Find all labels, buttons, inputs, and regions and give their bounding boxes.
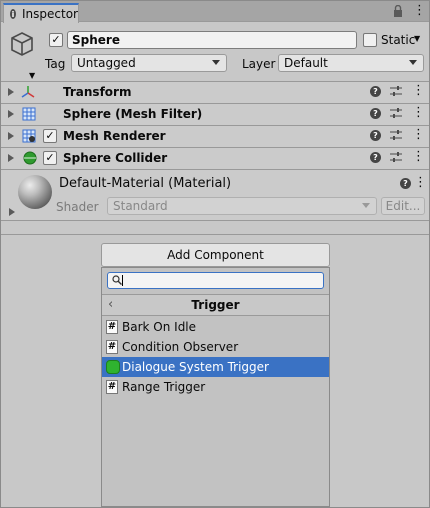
component-mesh-renderer[interactable]: ✓ Mesh Renderer ? ⋮ <box>1 125 429 147</box>
divider <box>1 234 429 235</box>
help-icon[interactable]: ? <box>370 152 381 163</box>
shader-label: Shader <box>56 200 99 214</box>
kebab-menu-icon[interactable]: ⋮ <box>412 84 425 98</box>
add-component-button[interactable]: Add Component <box>101 243 330 267</box>
shader-dropdown[interactable]: Standard <box>107 197 377 215</box>
foldout-arrow-icon[interactable] <box>8 154 14 162</box>
help-icon[interactable]: ? <box>370 108 381 119</box>
help-icon[interactable]: ? <box>370 130 381 141</box>
kebab-menu-icon[interactable]: ⋮ <box>413 4 426 18</box>
list-item[interactable]: # Condition Observer <box>102 337 329 357</box>
category-title: Trigger <box>191 298 240 312</box>
kebab-menu-icon[interactable]: ⋮ <box>412 128 425 142</box>
kebab-menu-icon[interactable]: ⋮ <box>414 176 427 190</box>
kebab-menu-icon[interactable]: ⋮ <box>412 106 425 120</box>
material-section: Default-Material (Material) ? ⋮ Shader S… <box>1 169 429 221</box>
preset-icon[interactable] <box>390 151 402 164</box>
tab-label: Inspector <box>22 7 78 21</box>
dropdown-arrow-icon <box>212 60 220 65</box>
kebab-menu-icon[interactable]: ⋮ <box>412 150 425 164</box>
script-icon: # <box>106 340 118 354</box>
tab-inspector[interactable]: i Inspector <box>3 3 79 23</box>
info-icon: i <box>10 9 17 19</box>
script-icon: # <box>106 380 118 394</box>
preset-icon[interactable] <box>390 85 402 98</box>
dropdown-arrow-icon <box>362 203 370 208</box>
static-dropdown-icon[interactable]: ▼ <box>414 34 420 43</box>
lock-icon[interactable] <box>393 5 403 17</box>
script-icon: # <box>106 320 118 334</box>
help-icon[interactable]: ? <box>400 178 411 189</box>
mesh-filter-icon <box>22 107 36 121</box>
foldout-arrow-icon[interactable] <box>8 110 14 118</box>
tab-bar: i Inspector ⋮ <box>1 1 429 23</box>
item-label: Dialogue System Trigger <box>122 360 269 374</box>
list-item[interactable]: # Range Trigger <box>102 377 329 397</box>
layer-dropdown[interactable]: Default <box>278 54 424 72</box>
tag-dropdown[interactable]: Untagged <box>71 54 227 72</box>
component-sphere-collider[interactable]: ✓ Sphere Collider ? ⋮ <box>1 147 429 169</box>
item-label: Range Trigger <box>122 380 206 394</box>
dropdown-arrow-icon <box>409 60 417 65</box>
search-input[interactable] <box>107 272 324 289</box>
edit-shader-button[interactable]: Edit... <box>381 197 425 215</box>
active-checkbox[interactable]: ✓ <box>49 33 63 47</box>
gameobject-header: ▼ ✓ Sphere Static ▼ Tag Untagged Layer D… <box>1 23 429 81</box>
tag-value: Untagged <box>77 56 136 70</box>
list-item-selected[interactable]: Dialogue System Trigger <box>102 357 329 377</box>
preset-icon[interactable] <box>390 107 402 120</box>
add-component-popup: ‹ Trigger # Bark On Idle # Condition Obs… <box>101 267 330 507</box>
layer-value: Default <box>284 56 328 70</box>
cube-icon[interactable] <box>9 31 35 57</box>
foldout-arrow-icon[interactable] <box>8 132 14 140</box>
enable-checkbox[interactable]: ✓ <box>43 129 57 143</box>
foldout-arrow-icon[interactable] <box>8 88 14 96</box>
preset-icon[interactable] <box>390 129 402 142</box>
shader-value: Standard <box>113 199 168 213</box>
material-preview-icon <box>18 175 52 209</box>
name-field[interactable]: Sphere <box>67 31 357 49</box>
static-label: Static <box>381 33 416 47</box>
inspector-window: i Inspector ⋮ ▼ ✓ Sphere Static ▼ Tag Un… <box>0 0 430 508</box>
text-caret <box>122 275 123 286</box>
mesh-renderer-icon <box>22 129 36 143</box>
component-label: Mesh Renderer <box>63 129 166 143</box>
help-icon[interactable]: ? <box>370 86 381 97</box>
material-name: Default-Material (Material) <box>59 176 232 191</box>
foldout-arrow-icon[interactable] <box>9 208 15 216</box>
component-label: Sphere Collider <box>63 151 168 165</box>
category-header: ‹ Trigger <box>102 294 329 316</box>
component-label: Transform <box>63 85 132 99</box>
transform-icon <box>21 86 35 98</box>
item-label: Condition Observer <box>122 340 239 354</box>
component-transform[interactable]: Transform ? ⋮ <box>1 81 429 103</box>
sphere-collider-icon <box>23 151 37 165</box>
dialogue-trigger-icon <box>106 360 120 374</box>
layer-label: Layer <box>242 57 276 71</box>
list-item[interactable]: # Bark On Idle <box>102 317 329 337</box>
static-checkbox[interactable] <box>363 33 377 47</box>
item-label: Bark On Idle <box>122 320 197 334</box>
chevron-down-icon[interactable]: ▼ <box>29 71 35 80</box>
component-label: Sphere (Mesh Filter) <box>63 107 203 121</box>
enable-checkbox[interactable]: ✓ <box>43 151 57 165</box>
search-icon <box>112 275 122 285</box>
tag-label: Tag <box>45 57 66 71</box>
component-mesh-filter[interactable]: Sphere (Mesh Filter) ? ⋮ <box>1 103 429 125</box>
